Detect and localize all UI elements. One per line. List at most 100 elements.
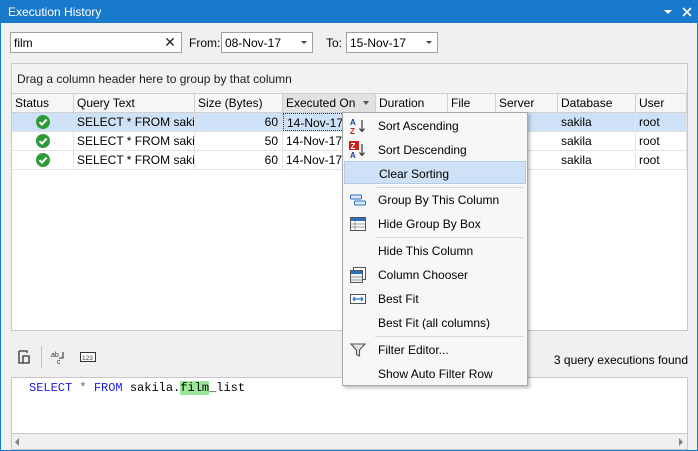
column-header-executed-on[interactable]: Executed On	[283, 94, 376, 112]
column-header-status[interactable]: Status	[12, 94, 74, 112]
svg-text:ab: ab	[51, 352, 59, 359]
query-count-status: 3 query executions found	[553, 353, 688, 367]
sql-text-line: SELECT * FROM sakila.film_list	[29, 381, 245, 395]
column-header-file[interactable]: File	[448, 94, 496, 112]
wrap-text-icon[interactable]: ab c	[50, 348, 68, 366]
menu-item-label: Sort Descending	[378, 143, 467, 157]
dropdown-arrow-icon[interactable]	[660, 4, 676, 20]
svg-text:Z: Z	[351, 142, 356, 151]
svg-text:c: c	[57, 359, 61, 366]
sort-ascending-icon: AZ	[349, 117, 367, 136]
size-cell: 60	[195, 151, 283, 169]
svg-text:123: 123	[82, 355, 93, 362]
menu-item-label: Best Fit (all columns)	[378, 316, 491, 330]
database-cell: sakila	[558, 132, 636, 150]
query-text-cell: SELECT * FROM sakil...	[74, 132, 195, 150]
group-by-box-icon	[349, 215, 367, 233]
svg-text:A: A	[350, 151, 356, 159]
sort-descending-icon: ZA	[349, 141, 367, 160]
column-header-server[interactable]: Server	[496, 94, 558, 112]
menu-item-sort-descending[interactable]: ZA Sort Descending	[344, 138, 526, 161]
column-header-size[interactable]: Size (Bytes)	[195, 94, 283, 112]
success-check-icon	[36, 153, 50, 167]
menu-item-label: Show Auto Filter Row	[378, 367, 493, 381]
sql-search-match: film	[180, 381, 210, 395]
sql-star: *	[79, 381, 87, 395]
menu-item-best-fit-all[interactable]: Best Fit (all columns)	[344, 311, 526, 334]
status-cell	[12, 151, 74, 169]
status-cell	[12, 132, 74, 150]
toolbar-separator	[41, 346, 42, 368]
from-label: From:	[189, 36, 221, 50]
sql-schema: sakila.	[129, 381, 181, 395]
user-cell: root	[636, 113, 687, 131]
scroll-right-icon[interactable]	[679, 438, 683, 446]
window-title: Execution History	[8, 5, 102, 19]
menu-item-best-fit[interactable]: Best Fit	[344, 287, 526, 310]
best-fit-icon	[349, 290, 367, 308]
menu-item-label: Best Fit	[378, 292, 419, 306]
numbers-icon[interactable]: 123	[79, 348, 97, 366]
chevron-down-icon[interactable]	[296, 33, 312, 52]
column-header-query-text[interactable]: Query Text	[74, 94, 195, 112]
menu-item-show-auto-filter-row[interactable]: Show Auto Filter Row	[344, 362, 526, 385]
from-date-picker[interactable]: 08-Nov-17	[221, 32, 313, 53]
menu-separator	[375, 336, 523, 337]
menu-item-hide-column[interactable]: Hide This Column	[344, 239, 526, 262]
filter-icon	[349, 341, 367, 359]
menu-item-label: Group By This Column	[378, 193, 500, 207]
database-cell: sakila	[558, 151, 636, 169]
svg-text:Z: Z	[350, 127, 355, 135]
to-label: To:	[326, 36, 343, 50]
column-header-database[interactable]: Database	[558, 94, 636, 112]
size-cell: 60	[195, 113, 283, 131]
menu-item-hide-group-by-box[interactable]: Hide Group By Box	[344, 212, 526, 235]
title-bar: Execution History	[1, 1, 697, 23]
column-context-menu: AZ Sort Ascending ZA Sort Descending Cle…	[342, 112, 528, 386]
query-text-cell: SELECT * FROM sakil...	[74, 151, 195, 169]
menu-item-label: Filter Editor...	[378, 343, 449, 357]
scroll-left-icon[interactable]	[15, 438, 19, 446]
menu-item-filter-editor[interactable]: Filter Editor...	[344, 338, 526, 361]
search-input[interactable]	[14, 35, 164, 50]
filter-bar: ✕ From: 08-Nov-17 To: 15-Nov-17	[1, 23, 697, 59]
menu-item-label: Hide This Column	[378, 244, 474, 258]
sql-rest: _list	[209, 381, 246, 395]
user-cell: root	[636, 132, 687, 150]
column-header-executed-on-label: Executed On	[286, 96, 356, 110]
close-icon[interactable]	[679, 4, 695, 20]
horizontal-scrollbar[interactable]	[11, 434, 688, 450]
size-cell: 50	[195, 132, 283, 150]
search-box[interactable]: ✕	[10, 32, 182, 53]
column-header-user[interactable]: User	[636, 94, 687, 112]
menu-item-clear-sorting[interactable]: Clear Sorting	[344, 161, 526, 184]
filter-dropdown-icon[interactable]	[363, 101, 369, 105]
status-cell	[12, 113, 74, 131]
menu-item-label: Clear Sorting	[379, 167, 450, 181]
success-check-icon	[36, 134, 50, 148]
menu-item-label: Sort Ascending	[378, 119, 459, 133]
menu-item-group-by-column[interactable]: Group By This Column	[344, 188, 526, 211]
grid-header: Status Query Text Size (Bytes) Executed …	[12, 94, 687, 113]
database-cell: sakila	[558, 113, 636, 131]
svg-text:A: A	[350, 118, 356, 127]
sql-keyword-select: SELECT	[29, 381, 73, 395]
chevron-down-icon[interactable]	[421, 33, 437, 52]
user-cell: root	[636, 151, 687, 169]
column-chooser-icon	[349, 266, 367, 284]
sql-keyword-from: FROM	[93, 381, 123, 395]
menu-item-label: Hide Group By Box	[378, 217, 481, 231]
menu-item-column-chooser[interactable]: Column Chooser	[344, 263, 526, 286]
from-date-value: 08-Nov-17	[225, 36, 282, 50]
group-by-panel[interactable]: Drag a column header here to group by th…	[12, 64, 687, 94]
menu-separator	[375, 237, 523, 238]
group-by-column-icon	[349, 191, 367, 209]
menu-item-label: Column Chooser	[378, 268, 469, 282]
column-header-duration[interactable]: Duration	[376, 94, 448, 112]
success-check-icon	[36, 115, 50, 129]
to-date-value: 15-Nov-17	[350, 36, 407, 50]
to-date-picker[interactable]: 15-Nov-17	[346, 32, 438, 53]
clear-search-icon[interactable]: ✕	[163, 35, 177, 50]
menu-item-sort-ascending[interactable]: AZ Sort Ascending	[344, 114, 526, 137]
copy-to-editor-icon[interactable]	[14, 348, 32, 366]
